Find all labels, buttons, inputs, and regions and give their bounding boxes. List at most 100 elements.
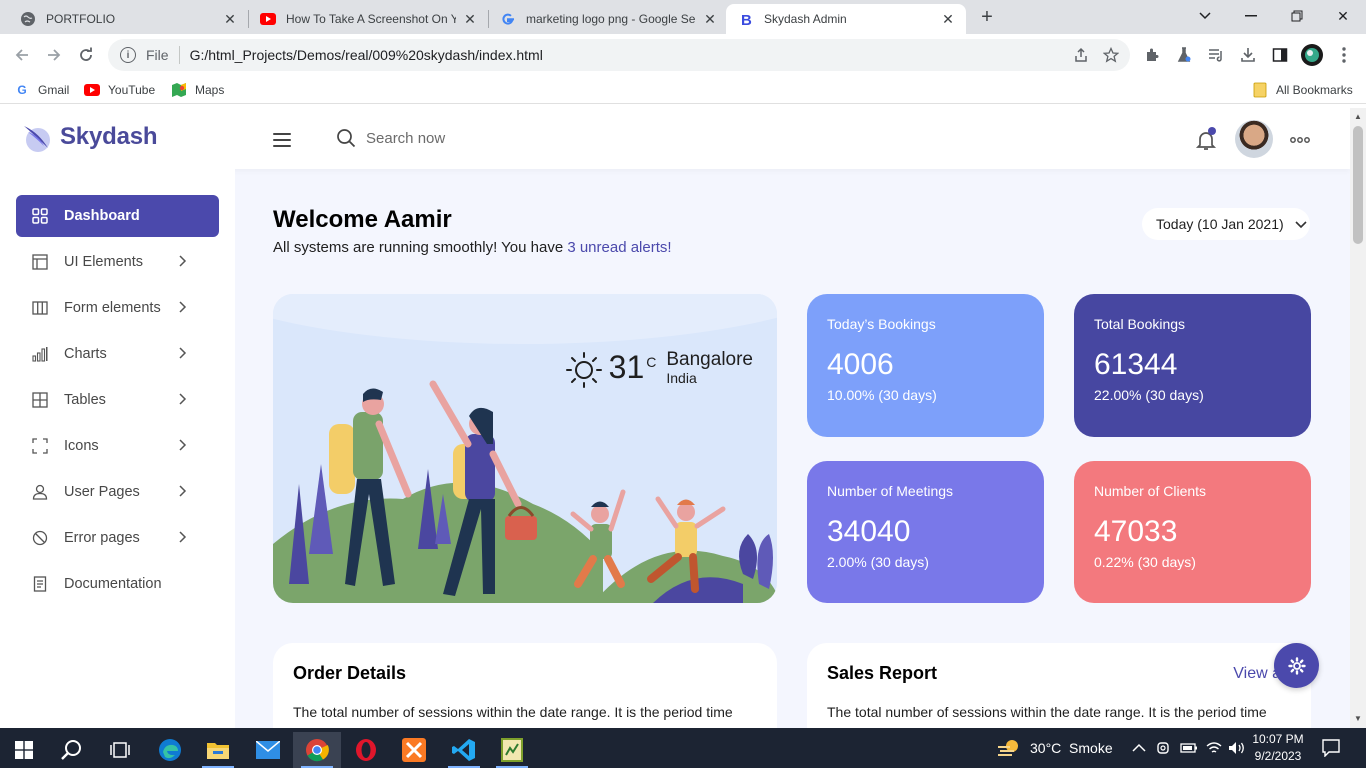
sidebar-item-tables[interactable]: Tables — [16, 379, 219, 421]
forward-button[interactable] — [42, 43, 66, 67]
notification-dot — [1208, 127, 1216, 135]
more-options-icon[interactable] — [1290, 132, 1312, 146]
browser-tab-youtube[interactable]: How To Take A Screenshot On Yo ✕ — [248, 4, 488, 34]
stat-change: 10.00% (30 days) — [827, 387, 937, 403]
media-queue-icon[interactable] — [1206, 45, 1226, 65]
sidebar-item-ui-elements[interactable]: UI Elements — [16, 241, 219, 283]
new-tab-button[interactable]: + — [976, 6, 998, 28]
close-window-button[interactable]: ✕ — [1328, 5, 1358, 27]
scrollbar-thumb[interactable] — [1353, 126, 1363, 244]
taskbar-clock[interactable]: 10:07 PM 9/2/2023 — [1248, 731, 1308, 765]
tab-search-button[interactable] — [1190, 5, 1220, 27]
close-tab-icon[interactable]: ✕ — [940, 11, 956, 27]
extensions-icon[interactable] — [1142, 45, 1162, 65]
taskbar-chrome[interactable] — [293, 732, 341, 768]
sidebar-item-error-pages[interactable]: Error pages — [16, 517, 219, 559]
page-scrollbar[interactable]: ▲ ▼ — [1350, 108, 1366, 728]
sidebar-item-icons[interactable]: Icons — [16, 425, 219, 467]
meet-now-icon[interactable] — [1156, 740, 1172, 756]
bookmark-youtube[interactable]: YouTube — [84, 82, 155, 98]
stat-card-clients: Number of Clients 47033 0.22% (30 days) — [1074, 461, 1311, 603]
browser-tab-portfolio[interactable]: PORTFOLIO ✕ — [8, 4, 248, 34]
back-button[interactable] — [10, 43, 34, 67]
address-bar[interactable]: i File G:/html_Projects/Demos/real/009%2… — [108, 39, 1130, 71]
taskbar-vscode[interactable] — [440, 732, 488, 768]
download-icon[interactable] — [1238, 45, 1258, 65]
side-panel-icon[interactable] — [1270, 45, 1290, 65]
tab-title: Skydash Admin — [764, 12, 847, 26]
welcome-subtitle-text: All systems are running smoothly! You ha… — [273, 239, 568, 256]
user-icon — [32, 484, 48, 500]
battery-icon[interactable] — [1180, 742, 1198, 754]
url-text[interactable]: G:/html_Projects/Demos/real/009%20skydas… — [190, 47, 1070, 63]
share-icon[interactable] — [1070, 44, 1092, 66]
lab-flask-icon[interactable] — [1174, 45, 1194, 65]
chevron-down-icon — [1295, 221, 1307, 229]
browser-tab-google[interactable]: marketing logo png - Google Se ✕ — [488, 4, 728, 34]
bootstrap-icon: B — [738, 11, 754, 27]
bookmark-label: YouTube — [108, 83, 156, 97]
profile-avatar-icon[interactable] — [1300, 43, 1324, 67]
svg-text:B: B — [741, 12, 752, 27]
scroll-up-arrow-icon[interactable]: ▲ — [1353, 112, 1363, 122]
restore-button[interactable] — [1282, 5, 1312, 27]
windows-logo-icon — [15, 741, 33, 759]
bookmark-star-icon[interactable] — [1100, 44, 1122, 66]
volume-icon[interactable] — [1228, 741, 1246, 755]
reload-button[interactable] — [74, 43, 98, 67]
brand-logo[interactable]: Skydash — [22, 122, 158, 152]
wifi-icon[interactable] — [1206, 741, 1222, 755]
bookmark-maps[interactable]: Maps — [171, 82, 224, 98]
taskbar-search-button[interactable] — [48, 732, 96, 768]
date-filter-dropdown[interactable]: Today (10 Jan 2021) — [1142, 208, 1310, 240]
sidebar-item-charts[interactable]: Charts — [16, 333, 219, 375]
taskbar-xampp[interactable] — [390, 732, 438, 768]
sidebar-item-label: Charts — [64, 346, 107, 362]
hikers-illustration — [273, 294, 777, 603]
sidebar-toggle-button[interactable] — [273, 133, 291, 147]
bookmark-gmail[interactable]: G Gmail — [14, 82, 69, 98]
taskbar-opera[interactable] — [342, 732, 390, 768]
gear-icon — [1287, 656, 1306, 675]
document-app-icon — [501, 738, 523, 762]
bookmark-label: Gmail — [38, 83, 70, 97]
all-bookmarks-folder[interactable]: All Bookmarks — [1252, 82, 1353, 98]
weather-unit: C — [646, 354, 657, 370]
search-icon[interactable] — [336, 128, 356, 148]
browser-menu-icon[interactable] — [1334, 45, 1354, 65]
start-button[interactable] — [0, 732, 48, 768]
sidebar-item-documentation[interactable]: Documentation — [16, 563, 219, 605]
scroll-down-arrow-icon[interactable]: ▼ — [1353, 714, 1363, 724]
tab-title: How To Take A Screenshot On Yo — [286, 12, 456, 26]
card-title: Sales Report — [827, 663, 938, 683]
taskbar-app[interactable] — [488, 732, 536, 768]
sidebar-item-user-pages[interactable]: User Pages — [16, 471, 219, 513]
table-icon — [32, 392, 48, 408]
user-avatar[interactable] — [1235, 120, 1273, 158]
app-topbar: Skydash — [0, 108, 1350, 169]
stat-card-todays-bookings: Today’s Bookings 4006 10.00% (30 days) — [807, 294, 1044, 437]
taskbar-mail[interactable] — [244, 732, 292, 768]
sidebar-item-form-elements[interactable]: Form elements — [16, 287, 219, 329]
chevron-up-icon[interactable] — [1132, 743, 1146, 753]
site-info-icon[interactable]: i — [120, 47, 136, 63]
notification-center-button[interactable] — [1322, 728, 1340, 768]
task-view-button[interactable] — [96, 732, 144, 768]
search-input[interactable] — [366, 129, 566, 147]
close-tab-icon[interactable]: ✕ — [222, 11, 238, 27]
order-details-card: Order Details The total number of sessio… — [273, 643, 777, 728]
taskbar-edge[interactable] — [146, 732, 194, 768]
unread-alerts-link[interactable]: 3 unread alerts! — [567, 239, 671, 256]
mail-icon — [256, 741, 280, 759]
browser-tab-skydash[interactable]: B Skydash Admin ✕ — [726, 4, 966, 34]
notifications-button[interactable] — [1194, 127, 1218, 152]
settings-fab-button[interactable] — [1274, 643, 1319, 688]
close-tab-icon[interactable]: ✕ — [462, 11, 478, 27]
close-tab-icon[interactable]: ✕ — [702, 11, 718, 27]
taskbar-weather[interactable]: 30°C Smoke — [996, 728, 1113, 768]
stat-label: Number of Clients — [1094, 483, 1207, 499]
chevron-right-icon — [179, 255, 187, 267]
minimize-button[interactable] — [1236, 5, 1266, 27]
taskbar-file-explorer[interactable] — [194, 732, 242, 768]
sidebar-item-dashboard[interactable]: Dashboard — [16, 195, 219, 237]
